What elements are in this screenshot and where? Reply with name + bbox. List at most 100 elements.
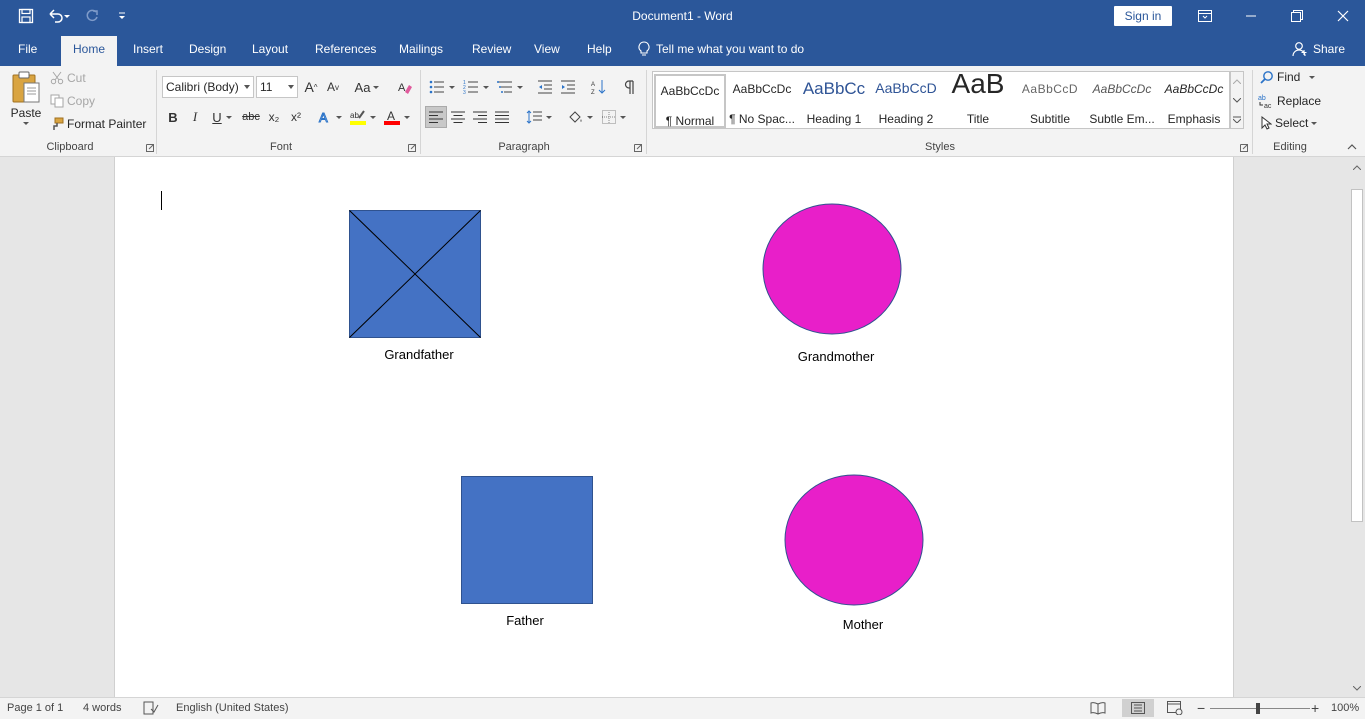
align-left-button[interactable] (425, 106, 447, 128)
style-subtle-emphasis[interactable]: AaBbCcDc Subtle Em... (1086, 74, 1158, 128)
father-shape[interactable] (461, 476, 594, 605)
paste-button[interactable]: Paste (8, 70, 44, 136)
tab-home[interactable]: Home (61, 36, 118, 66)
underline-button[interactable]: U (208, 106, 236, 128)
save-icon[interactable] (14, 4, 38, 28)
close-icon[interactable] (1320, 0, 1365, 32)
tab-insert[interactable]: Insert (121, 36, 175, 66)
style-normal[interactable]: AaBbCcDc ¶ Normal (654, 74, 726, 128)
grandmother-shape[interactable] (762, 203, 903, 336)
styles-launcher-icon[interactable] (1240, 144, 1248, 152)
clear-formatting-button[interactable]: A (394, 76, 416, 98)
zoom-slider-track[interactable] (1210, 708, 1310, 709)
word-count[interactable]: 4 words (83, 702, 122, 714)
tab-mailings[interactable]: Mailings (387, 36, 455, 66)
font-size-combo[interactable]: 11 (256, 76, 298, 98)
multilevel-list-button[interactable] (494, 76, 526, 98)
sort-button[interactable]: AZ (588, 76, 610, 98)
undo-icon[interactable] (44, 4, 74, 28)
decrease-indent-button[interactable] (534, 76, 556, 98)
gallery-up-icon[interactable] (1231, 72, 1243, 91)
justify-icon (495, 111, 509, 123)
zoom-out-button[interactable]: − (1197, 700, 1205, 716)
collapse-ribbon-icon[interactable] (1345, 140, 1359, 154)
clipboard-launcher-icon[interactable] (146, 144, 154, 152)
tab-view[interactable]: View (522, 36, 572, 66)
font-color-button[interactable]: A (382, 106, 412, 128)
align-center-button[interactable] (447, 106, 469, 128)
redo-icon[interactable] (80, 4, 104, 28)
italic-button[interactable]: I (186, 106, 204, 128)
mother-shape[interactable] (784, 474, 925, 607)
tab-review[interactable]: Review (460, 36, 523, 66)
vertical-scrollbar[interactable] (1349, 157, 1365, 697)
restore-icon[interactable] (1274, 0, 1320, 32)
align-right-button[interactable] (469, 106, 491, 128)
gallery-down-icon[interactable] (1231, 91, 1243, 110)
numbering-button[interactable]: 123 (460, 76, 492, 98)
ribbon-display-options-icon[interactable] (1182, 0, 1228, 32)
style-heading-2[interactable]: AaBbCcD Heading 2 (870, 74, 942, 128)
tab-references[interactable]: References (303, 36, 388, 66)
proofing-icon[interactable] (143, 701, 159, 718)
svg-text:A: A (319, 110, 328, 124)
subscript-button[interactable]: x₂ (264, 106, 284, 128)
gallery-more-icon[interactable] (1231, 110, 1243, 128)
tab-help[interactable]: Help (575, 36, 624, 66)
scroll-up-icon[interactable] (1351, 160, 1363, 174)
superscript-button[interactable]: x² (286, 106, 306, 128)
share-button[interactable]: Share (1292, 36, 1345, 62)
format-painter-button[interactable]: Format Painter (50, 117, 146, 131)
sign-in-button[interactable]: Sign in (1114, 6, 1172, 26)
shrink-font-icon: A (326, 80, 335, 94)
grow-font-button[interactable]: A ^ (302, 76, 320, 98)
line-spacing-button[interactable] (524, 106, 554, 128)
bold-button[interactable]: B (164, 106, 182, 128)
style-name: Emphasis (1167, 112, 1221, 126)
find-button[interactable]: Find (1260, 70, 1316, 84)
minimize-icon[interactable] (1228, 0, 1274, 32)
borders-button[interactable] (598, 106, 630, 128)
tab-file[interactable]: File (6, 36, 49, 66)
language[interactable]: English (United States) (176, 702, 289, 714)
style-no-spacing[interactable]: AaBbCcDc ¶ No Spac... (726, 74, 798, 128)
style-subtitle[interactable]: AaBbCcD Subtitle (1014, 74, 1086, 128)
justify-button[interactable] (491, 106, 513, 128)
customize-toolbar-icon[interactable] (110, 4, 134, 28)
show-formatting-marks-button[interactable] (618, 76, 640, 98)
text-highlight-button[interactable]: ab (348, 106, 378, 128)
font-launcher-icon[interactable] (408, 144, 416, 152)
zoom-in-button[interactable]: + (1311, 700, 1319, 716)
text-effects-button[interactable]: A (316, 106, 344, 128)
paragraph-launcher-icon[interactable] (634, 144, 642, 152)
bullets-button[interactable] (426, 76, 458, 98)
font-name-combo[interactable]: Calibri (Body) (162, 76, 254, 98)
select-button[interactable]: Select (1260, 116, 1318, 130)
read-mode-icon[interactable] (1090, 701, 1106, 718)
scroll-down-icon[interactable] (1351, 681, 1363, 695)
shrink-font-button[interactable]: Av (324, 76, 342, 98)
increase-indent-button[interactable] (557, 76, 579, 98)
tab-layout[interactable]: Layout (240, 36, 300, 66)
grandfather-shape[interactable] (349, 210, 482, 339)
print-layout-icon[interactable] (1122, 699, 1154, 717)
document-page[interactable] (114, 157, 1234, 697)
paint-bucket-icon (569, 111, 582, 123)
style-emphasis[interactable]: AaBbCcDc Emphasis (1158, 74, 1230, 128)
style-heading-1[interactable]: AaBbCc Heading 1 (798, 74, 870, 128)
change-case-button[interactable]: Aa (352, 76, 382, 98)
web-layout-icon[interactable] (1167, 701, 1183, 718)
tell-me-search[interactable]: Tell me what you want to do (638, 36, 804, 62)
scroll-thumb[interactable] (1351, 189, 1363, 522)
strikethrough-button[interactable]: abc (240, 106, 262, 128)
tab-design[interactable]: Design (177, 36, 238, 66)
cut-button[interactable]: Cut (50, 71, 86, 85)
zoom-slider-thumb[interactable] (1256, 703, 1260, 714)
replace-button[interactable]: ab ac Replace (1258, 93, 1321, 109)
style-title[interactable]: AaB Title (942, 68, 1014, 128)
copy-button[interactable]: Copy (50, 94, 95, 108)
shading-button[interactable] (564, 106, 596, 128)
paste-dropdown-arrow[interactable] (23, 122, 29, 125)
page-count[interactable]: Page 1 of 1 (7, 702, 63, 714)
zoom-level[interactable]: 100% (1331, 702, 1359, 714)
